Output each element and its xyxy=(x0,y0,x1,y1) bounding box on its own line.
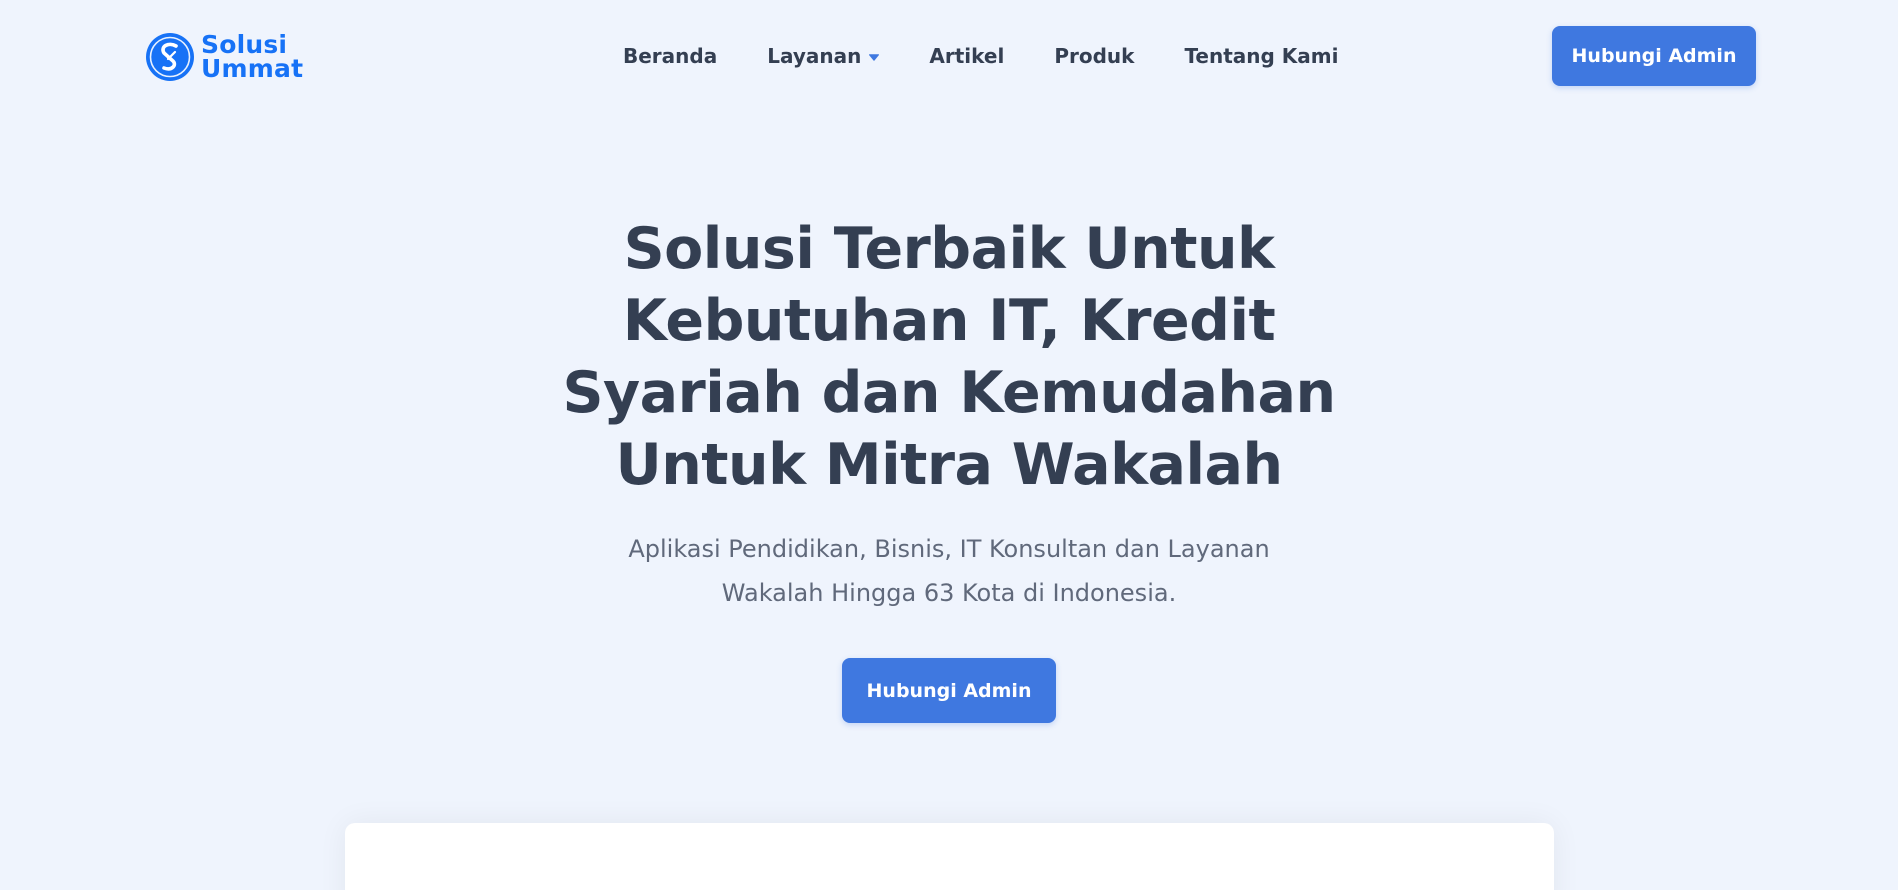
site-header: Solusi Ummat Beranda Layanan Artikel Pro… xyxy=(0,0,1898,112)
content-card xyxy=(345,823,1554,890)
hero-contact-admin-button[interactable]: Hubungi Admin xyxy=(842,658,1056,723)
hero-subtitle: Aplikasi Pendidikan, Bisnis, IT Konsulta… xyxy=(574,527,1324,615)
nav-item-label: Beranda xyxy=(623,44,718,68)
hero-title-line: Kebutuhan IT, Kredit xyxy=(622,288,1276,354)
nav-item-tentang-kami[interactable]: Tentang Kami xyxy=(1184,44,1338,68)
main-nav: Beranda Layanan Artikel Produk Tentang K… xyxy=(623,42,1339,70)
hero-title: Solusi Terbaik Untuk Kebutuhan IT, Kredi… xyxy=(549,213,1349,501)
hero-title-line: Syariah dan Kemudahan xyxy=(562,360,1336,426)
hero-title-line: Untuk Mitra Wakalah xyxy=(615,432,1283,498)
nav-item-label: Artikel xyxy=(929,44,1005,68)
nav-item-beranda[interactable]: Beranda xyxy=(623,44,717,68)
hero-subtitle-line: Wakalah Hingga 63 Kota di Indonesia. xyxy=(721,579,1177,607)
header-contact-admin-button[interactable]: Hubungi Admin xyxy=(1552,26,1756,86)
hero-subtitle-line: Aplikasi Pendidikan, Bisnis, IT Konsulta… xyxy=(628,535,1270,563)
nav-item-layanan[interactable]: Layanan xyxy=(767,44,880,68)
nav-item-artikel[interactable]: Artikel xyxy=(929,44,1004,68)
solusi-ummat-logo-icon xyxy=(146,33,194,81)
nav-item-produk[interactable]: Produk xyxy=(1054,44,1134,68)
nav-item-label: Tentang Kami xyxy=(1184,44,1339,68)
caret-down-icon xyxy=(869,54,880,61)
page: Solusi Ummat Beranda Layanan Artikel Pro… xyxy=(0,0,1898,890)
brand-name: Solusi Ummat xyxy=(201,32,304,83)
nav-item-label: Produk xyxy=(1054,44,1135,68)
hero-title-line: Solusi Terbaik Untuk xyxy=(623,216,1275,282)
brand-name-line2: Ummat xyxy=(201,54,304,83)
brand-logo[interactable]: Solusi Ummat xyxy=(145,32,303,82)
nav-item-label: Layanan xyxy=(767,44,862,68)
